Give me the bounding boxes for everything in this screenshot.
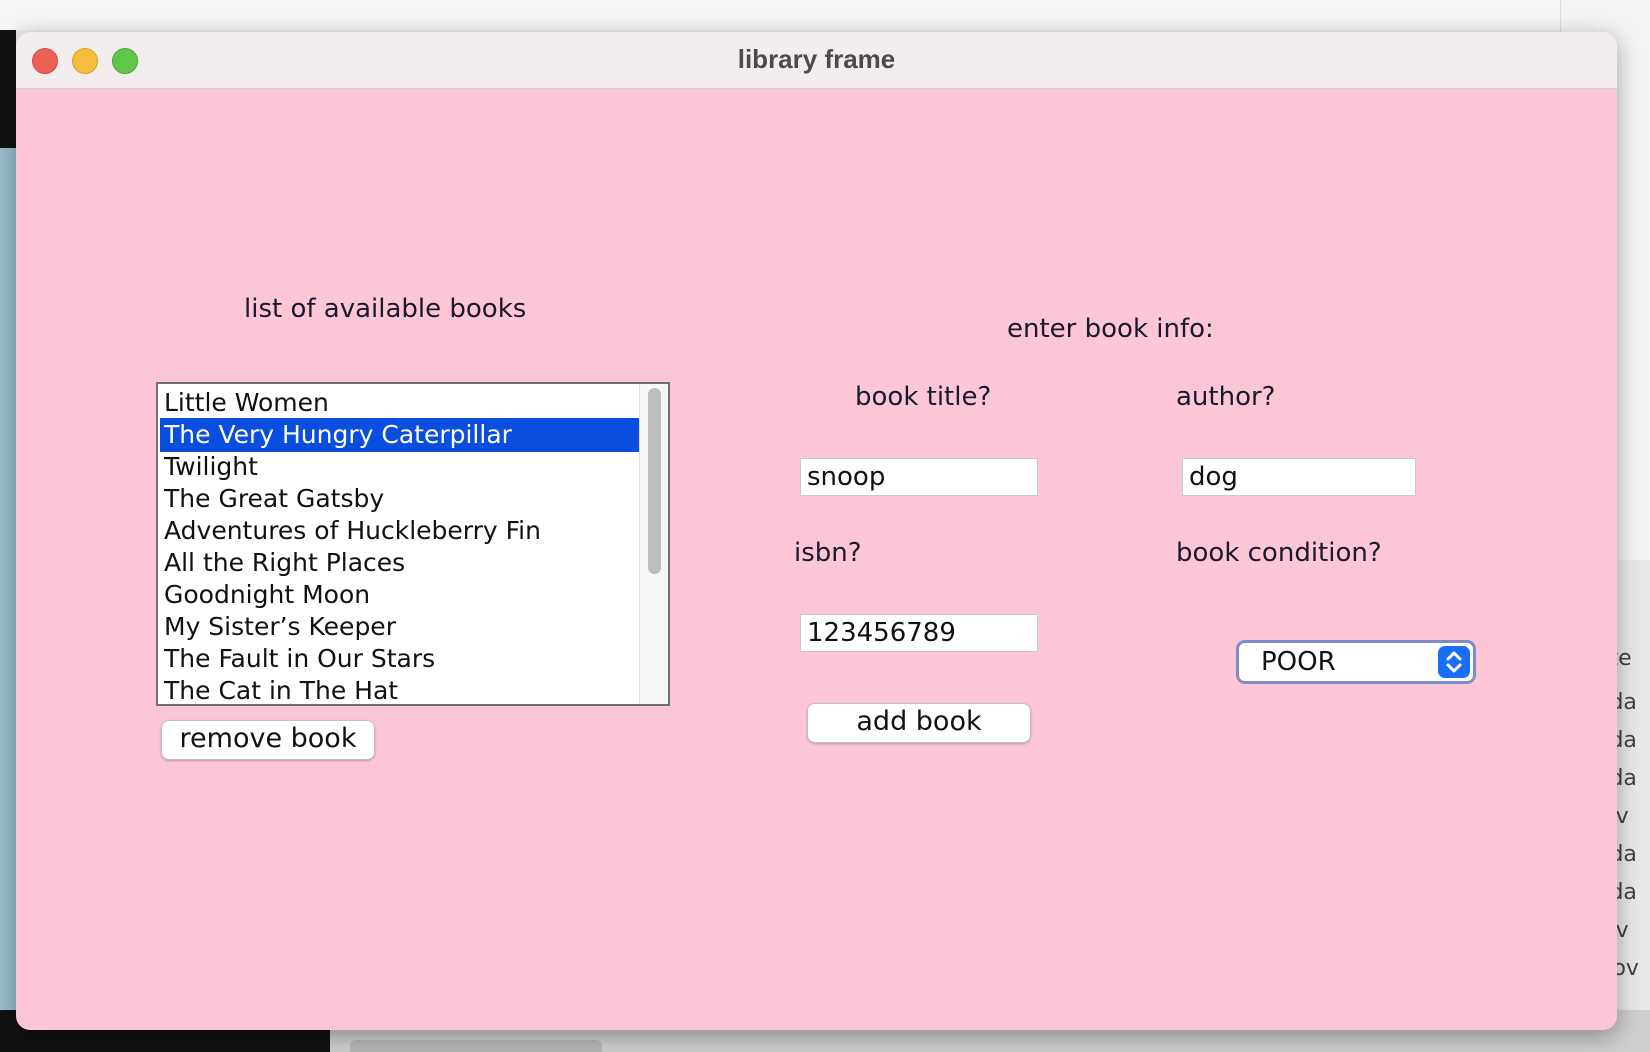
desktop-left-window <box>0 148 16 1010</box>
scrollbar-thumb[interactable] <box>648 388 661 574</box>
list-item[interactable]: All the Right Places <box>160 546 644 580</box>
list-scrollbar[interactable] <box>639 384 668 704</box>
library-window: library frame list of available books Li… <box>16 32 1617 1030</box>
condition-selected-value: POOR <box>1261 647 1336 677</box>
window-title: library frame <box>737 44 896 74</box>
book-condition-select[interactable]: POOR <box>1236 640 1476 684</box>
desktop-top <box>0 0 1650 30</box>
chevron-up-down-icon[interactable] <box>1438 646 1470 678</box>
title-bar[interactable]: library frame <box>16 32 1617 89</box>
list-item[interactable]: The Great Gatsby <box>160 482 644 516</box>
background-scroll-element <box>350 1040 602 1052</box>
form-heading: enter book info: <box>1007 314 1214 344</box>
list-item[interactable]: Twilight <box>160 450 644 484</box>
isbn-label: isbn? <box>794 538 862 568</box>
list-item[interactable]: Adventures of Huckleberry Fin <box>160 514 644 548</box>
list-item-selected[interactable]: The Very Hungry Caterpillar <box>160 418 644 452</box>
author-label: author? <box>1176 382 1276 412</box>
author-field[interactable]: dog <box>1182 458 1416 496</box>
remove-book-button[interactable]: remove book <box>161 720 375 760</box>
list-item[interactable]: Goodnight Moon <box>160 578 644 612</box>
list-item[interactable]: My Sister’s Keeper <box>160 610 644 644</box>
list-item[interactable]: Little Women <box>160 386 644 420</box>
book-condition-label: book condition? <box>1176 538 1382 568</box>
add-book-button[interactable]: add book <box>807 703 1031 743</box>
list-item[interactable]: The Fault in Our Stars <box>160 642 644 676</box>
book-title-field[interactable]: snoop <box>800 458 1038 496</box>
isbn-field[interactable]: 123456789 <box>800 614 1038 652</box>
book-list[interactable]: Little Women The Very Hungry Caterpillar… <box>156 382 670 706</box>
list-item[interactable]: The Cat in The Hat <box>160 674 644 704</box>
book-title-label: book title? <box>855 382 992 412</box>
book-list-heading: list of available books <box>244 294 527 324</box>
